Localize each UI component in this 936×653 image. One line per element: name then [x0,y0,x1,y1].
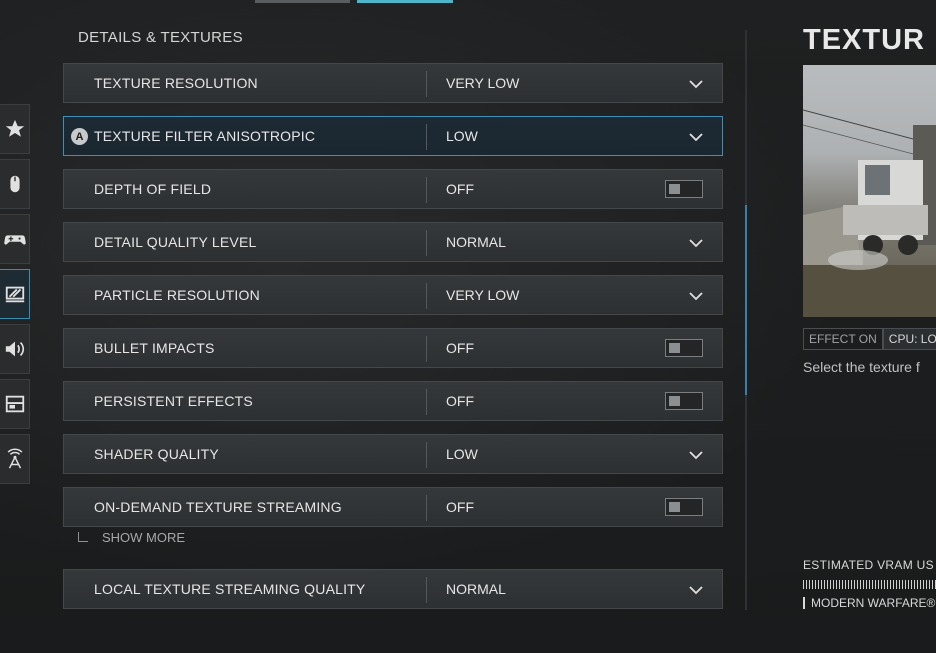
divider [426,283,427,309]
setting-row-detail-quality-level[interactable]: DETAIL QUALITY LEVEL NORMAL [63,222,723,262]
sidebar-item-interface[interactable] [0,379,30,429]
setting-value: NORMAL [446,581,506,597]
setting-row-local-texture-streaming-quality[interactable]: LOCAL TEXTURE STREAMING QUALITY NORMAL [63,569,723,609]
toggle-switch[interactable] [665,339,703,357]
setting-label: PARTICLE RESOLUTION [94,287,260,303]
divider [426,336,427,362]
toggle-knob [669,502,680,512]
sidebar-item-favorites[interactable] [0,104,30,154]
divider [426,495,427,521]
setting-label: TEXTURE FILTER ANISOTROPIC [94,128,316,144]
setting-value: VERY LOW [446,75,520,91]
setting-row-on-demand-texture-streaming[interactable]: ON-DEMAND TEXTURE STREAMING OFF [63,487,723,527]
star-icon [5,119,24,137]
legend-bar-icon [803,597,805,609]
toggle-switch[interactable] [665,498,703,516]
toggle-knob [669,343,680,353]
setting-row-texture-resolution[interactable]: TEXTURE RESOLUTION VERY LOW [63,63,723,103]
graphics-icon [5,286,24,303]
divider [426,442,427,468]
sidebar-item-audio[interactable] [0,324,30,374]
setting-row-persistent-effects[interactable]: PERSISTENT EFFECTS OFF [63,381,723,421]
chevron-down-icon[interactable] [688,129,704,145]
network-icon [7,448,22,469]
sidebar-item-network[interactable] [0,434,30,484]
speaker-icon [5,341,24,357]
setting-label: DETAIL QUALITY LEVEL [94,234,257,250]
toggle-switch[interactable] [665,180,703,198]
sidebar-item-mouse[interactable] [0,159,30,209]
setting-label: TEXTURE RESOLUTION [94,75,258,91]
chevron-down-icon[interactable] [688,288,704,304]
chevron-down-icon[interactable] [688,447,704,463]
setting-row-depth-of-field[interactable]: DEPTH OF FIELD OFF [63,169,723,209]
chevron-down-icon[interactable] [688,76,704,92]
preview-image [803,65,936,317]
a-button-badge: A [71,128,88,145]
divider [426,577,427,603]
tree-corner-icon [78,532,88,542]
setting-value: NORMAL [446,234,506,250]
cpu-impact-chip: CPU: LO [882,328,936,350]
tab-indicator[interactable] [255,0,350,3]
divider [426,124,427,150]
setting-row-bullet-impacts[interactable]: BULLET IMPACTS OFF [63,328,723,368]
show-more-link[interactable]: SHOW MORE [78,530,185,545]
setting-row-particle-resolution[interactable]: PARTICLE RESOLUTION VERY LOW [63,275,723,315]
controller-icon [3,235,26,245]
setting-value: OFF [446,393,474,409]
divider [426,389,427,415]
section-title: DETAILS & TEXTURES [78,29,243,46]
setting-label: ON-DEMAND TEXTURE STREAMING [94,499,342,515]
scrollbar-thumb[interactable] [745,205,747,395]
setting-value: LOW [446,128,478,144]
divider [426,177,427,203]
top-tab-indicators [255,0,455,3]
chevron-down-icon[interactable] [688,235,704,251]
setting-label: SHADER QUALITY [94,446,219,462]
detail-title: TEXTUR [803,24,925,56]
divider [426,71,427,97]
setting-value: OFF [446,499,474,515]
setting-value: OFF [446,181,474,197]
sidebar-item-controller[interactable] [0,214,30,264]
settings-sidebar [0,104,30,489]
setting-value: LOW [446,446,478,462]
vram-usage-label: ESTIMATED VRAM US [803,558,934,572]
divider [426,230,427,256]
show-more-label: SHOW MORE [102,530,186,545]
setting-value: VERY LOW [446,287,520,303]
interface-icon [5,395,24,413]
detail-description: Select the texture f [803,359,920,375]
setting-row-shader-quality[interactable]: SHADER QUALITY LOW [63,434,723,474]
setting-value: OFF [446,340,474,356]
toggle-knob [669,184,680,194]
setting-label: BULLET IMPACTS [94,340,215,356]
truck-scene-illustration [803,109,936,317]
sidebar-item-graphics[interactable] [0,269,30,319]
toggle-knob [669,396,680,406]
setting-label: DEPTH OF FIELD [94,181,212,197]
effect-on-chip: EFFECT ON [803,328,883,350]
effect-chips: EFFECT ON CPU: LO [803,328,936,350]
game-usage-label: MODERN WARFARE® [803,596,935,610]
setting-label: PERSISTENT EFFECTS [94,393,253,409]
chevron-down-icon[interactable] [688,582,704,598]
toggle-switch[interactable] [665,392,703,410]
game-name: MODERN WARFARE® [811,596,936,610]
mouse-icon [9,175,20,193]
setting-row-texture-filter-anisotropic[interactable]: A TEXTURE FILTER ANISOTROPIC LOW [63,116,723,156]
vram-usage-bar [803,580,936,589]
tab-indicator-active[interactable] [357,0,453,3]
setting-label: LOCAL TEXTURE STREAMING QUALITY [94,581,366,597]
